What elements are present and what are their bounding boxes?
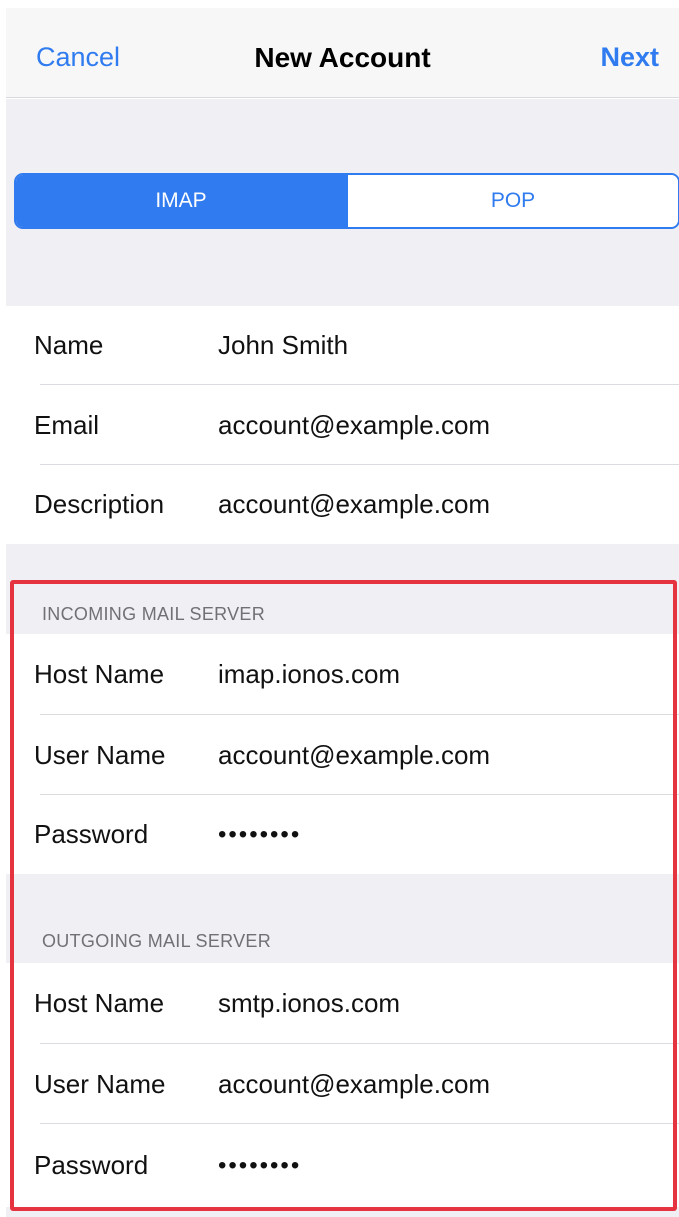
incoming-host-row[interactable]: Host Name imap.ionos.com: [6, 634, 679, 715]
email-row[interactable]: Email account@example.com: [6, 385, 679, 465]
outgoing-password-row[interactable]: Password ••••••••: [6, 1124, 679, 1207]
next-button[interactable]: Next: [600, 42, 659, 73]
outgoing-section-header: OUTGOING MAIL SERVER: [42, 931, 272, 951]
outgoing-password-field[interactable]: ••••••••: [218, 1152, 301, 1180]
name-field[interactable]: John Smith: [218, 330, 348, 361]
outgoing-user-row[interactable]: User Name account@example.com: [6, 1044, 679, 1124]
email-field[interactable]: account@example.com: [218, 410, 490, 441]
outgoing-password-label: Password: [34, 1150, 149, 1180]
description-label: Description: [34, 489, 165, 519]
outgoing-host-row[interactable]: Host Name smtp.ionos.com: [6, 963, 679, 1044]
name-row[interactable]: Name John Smith: [6, 306, 679, 385]
outgoing-section-band: OUTGOING MAIL SERVER: [6, 874, 679, 963]
incoming-user-field[interactable]: account@example.com: [218, 740, 490, 771]
outgoing-user-label: User Name: [34, 1068, 166, 1099]
incoming-password-row[interactable]: Password ••••••••: [6, 795, 679, 874]
segment-imap[interactable]: IMAP: [16, 175, 346, 227]
incoming-section-header: INCOMING MAIL SERVER: [42, 604, 266, 624]
segment-pop[interactable]: POP: [346, 175, 678, 227]
incoming-user-label: User Name: [34, 739, 166, 770]
description-row[interactable]: Description account@example.com: [6, 465, 679, 544]
bottom-band: [6, 1207, 679, 1217]
incoming-host-label: Host Name: [34, 659, 165, 689]
email-label: Email: [34, 409, 100, 440]
new-account-screen: Cancel New Account Next IMAP POP Name Jo…: [0, 0, 679, 1217]
outgoing-host-label: Host Name: [34, 988, 165, 1018]
incoming-password-field[interactable]: ••••••••: [218, 821, 301, 849]
name-label: Name: [34, 330, 104, 360]
description-field[interactable]: account@example.com: [218, 489, 490, 520]
incoming-password-label: Password: [34, 819, 149, 849]
navigation-bar: Cancel New Account Next: [6, 8, 679, 98]
incoming-section-band: INCOMING MAIL SERVER: [6, 544, 679, 634]
protocol-segmented-control: IMAP POP: [14, 173, 679, 229]
outgoing-user-field[interactable]: account@example.com: [218, 1069, 490, 1100]
page-title: New Account: [254, 42, 431, 73]
incoming-host-field[interactable]: imap.ionos.com: [218, 659, 400, 690]
incoming-user-row[interactable]: User Name account@example.com: [6, 715, 679, 795]
outgoing-host-field[interactable]: smtp.ionos.com: [218, 988, 400, 1019]
